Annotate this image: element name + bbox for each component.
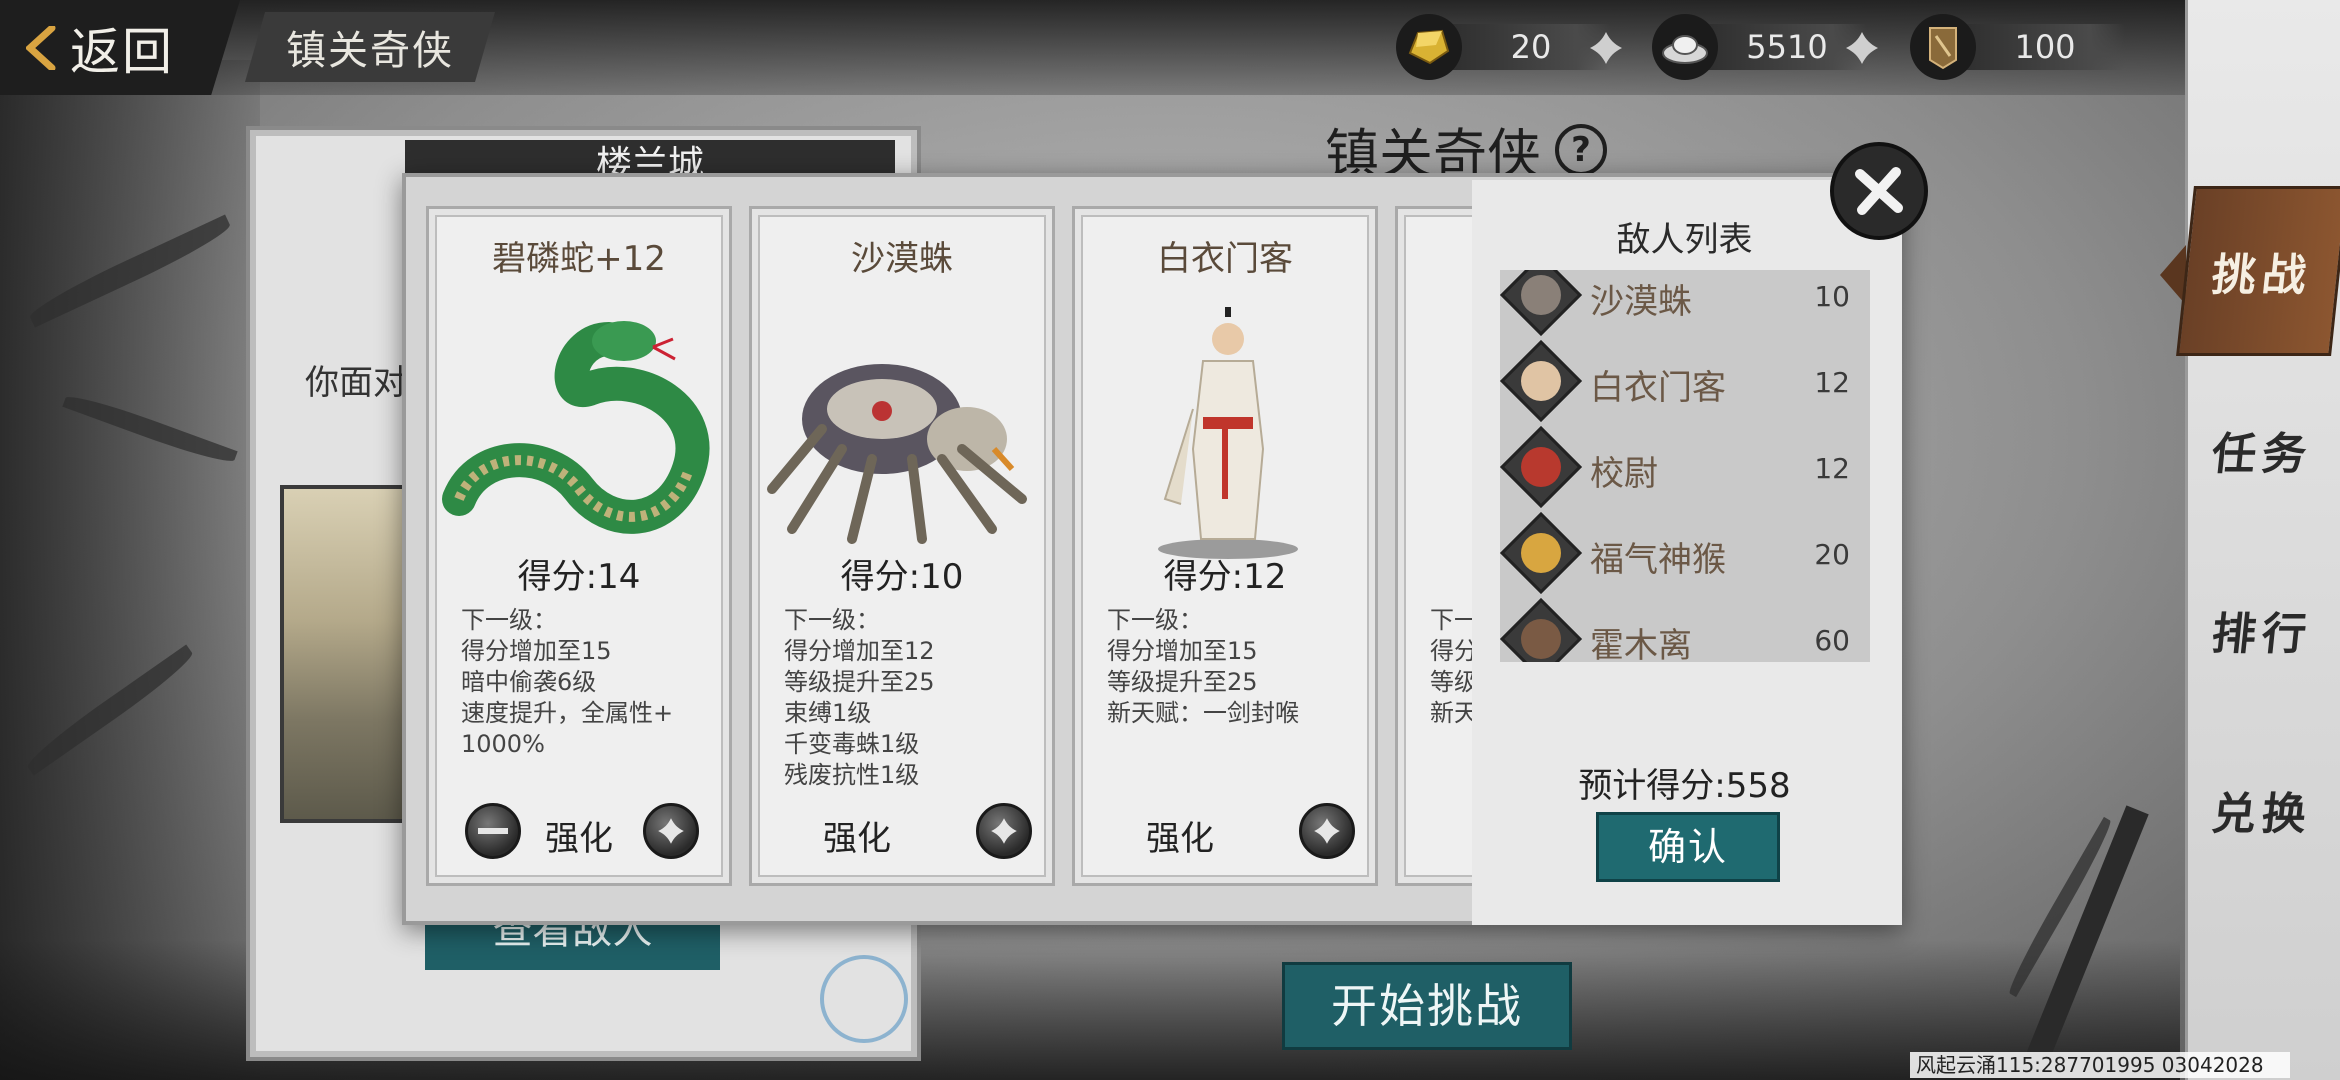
start-challenge-label: 开始挑战: [1331, 979, 1523, 1033]
snake-portrait: [442, 321, 710, 534]
token-badge-icon: [1910, 14, 1976, 80]
target-marker-icon: [820, 955, 908, 1043]
enemy-avatar: [1500, 597, 1583, 662]
gold-value: 20: [1510, 28, 1552, 66]
add-gold-icon[interactable]: [1586, 28, 1626, 68]
add-silver-icon[interactable]: [1842, 28, 1882, 68]
enemy-name: 福气神猴: [1590, 540, 1726, 580]
enemy-card: 白衣门客 得分:12 下一级： 得分增加至15 等级提升至25 新天赋：一剑封喉…: [1072, 206, 1378, 886]
nav-tasks[interactable]: 任务: [2179, 395, 2340, 505]
page-tag: 镇关奇侠: [245, 12, 495, 82]
estimated-score: 预计得分:558: [1578, 766, 1791, 806]
enhance-plus-button[interactable]: [643, 803, 699, 859]
close-icon: [1855, 167, 1903, 215]
enemy-score: 12: [1814, 452, 1850, 485]
card-description: 下一 得分 等级 新天: [1430, 606, 1472, 727]
enemy-list-item[interactable]: 沙漠蛛 10: [1500, 270, 1870, 337]
card-name: 沙漠蛛: [851, 239, 953, 279]
back-button[interactable]: 返回: [0, 0, 240, 95]
enemy-score: 12: [1814, 366, 1850, 399]
card-description: 下一级： 得分增加至15 等级提升至25 新天赋：一剑封喉: [1107, 606, 1299, 727]
enemy-avatar: [1500, 339, 1583, 423]
card-name: 白衣门客: [1157, 239, 1293, 279]
gold-ingot-icon: [1396, 14, 1462, 80]
card-footer: 强化: [752, 803, 1052, 863]
enemy-list-item[interactable]: 校尉 12: [1500, 425, 1870, 509]
enemy-name: 霍木离: [1590, 626, 1692, 662]
card-description: 下一级： 得分增加至12 等级提升至25 束缚1级 千变毒蛛1级 残废抗性1级: [784, 606, 935, 789]
enemy-score: 20: [1814, 538, 1850, 571]
silver-value: 5510: [1746, 28, 1828, 66]
card-score: 得分:10: [840, 557, 964, 597]
enemy-list-item[interactable]: 福气神猴 20: [1500, 511, 1870, 595]
enemy-card-carousel[interactable]: 碧磷蛇+12 得分:14 下一级： 得分增加至15 暗中偷袭6级 速度提升，全属…: [402, 190, 1472, 910]
card-description: 下一级： 得分增加至15 暗中偷袭6级 速度提升，全属性+ 1000%: [461, 606, 674, 758]
confirm-button[interactable]: 确认: [1596, 812, 1780, 882]
enemy-name: 沙漠蛛: [1590, 282, 1692, 322]
resource-gold: 20: [1396, 14, 1636, 80]
resource-token: 100: [1910, 14, 2140, 80]
card-name: 碧磷蛇+12: [492, 239, 666, 279]
nav-exchange[interactable]: 兑换: [2179, 755, 2340, 865]
enemy-list-item[interactable]: 霍木离 60: [1500, 597, 1870, 662]
enemy-card: 碧磷蛇+12 得分:14 下一级： 得分增加至15 暗中偷袭6级 速度提升，全属…: [426, 206, 732, 886]
confirm-label: 确认: [1647, 825, 1728, 869]
plus-icon: [1314, 818, 1340, 844]
close-button[interactable]: [1830, 142, 1928, 240]
help-icon[interactable]: ?: [1555, 123, 1607, 176]
white-robed-retainer-portrait: [1158, 307, 1298, 559]
back-label: 返回: [70, 22, 174, 81]
background-ink-left: [0, 60, 260, 1080]
enemy-avatar: [1500, 270, 1583, 337]
resource-silver: 5510: [1652, 14, 1892, 80]
enhance-plus-button[interactable]: [976, 803, 1032, 859]
enhance-plus-button[interactable]: [1299, 803, 1355, 859]
page-tag-label: 镇关奇侠: [286, 28, 454, 74]
chevron-left-icon: [26, 25, 56, 70]
watermark-text: 风起云涌115:287701995 03042028: [1910, 1052, 2290, 1078]
card-footer: 强化: [1075, 803, 1375, 863]
stage-description: 你面对: [305, 363, 407, 403]
nav-ranking[interactable]: 排行: [2179, 575, 2340, 685]
card-score: 得分:12: [1163, 557, 1287, 597]
card-footer: 强化: [429, 803, 729, 863]
silver-ingot-icon: [1652, 14, 1718, 80]
right-nav: [2185, 0, 2340, 1080]
plus-icon: [991, 818, 1017, 844]
plus-icon: [658, 818, 684, 844]
enemy-avatar: [1500, 425, 1583, 509]
enemy-score: 60: [1814, 624, 1850, 657]
nav-challenge[interactable]: 挑战: [2176, 186, 2340, 356]
token-value: 100: [2014, 28, 2076, 66]
enhance-label: 强化: [1146, 819, 1214, 859]
enhance-label: 强化: [823, 819, 891, 859]
enemy-card: 沙漠蛛 得分:10 下一级： 得分增加至12 等级提升至25 束缚1级 千变毒蛛…: [749, 206, 1055, 886]
enemy-list-title: 敌人列表: [1616, 220, 1753, 260]
spider-portrait: [767, 364, 1027, 544]
start-challenge-button[interactable]: 开始挑战: [1282, 962, 1572, 1050]
enemy-name: 校尉: [1590, 454, 1658, 494]
enemy-list-item[interactable]: 白衣门客 12: [1500, 339, 1870, 423]
enemy-score: 10: [1814, 280, 1850, 313]
enemy-name: 白衣门客: [1590, 368, 1726, 408]
card-score: 得分:14: [517, 557, 641, 597]
enemy-list[interactable]: 沙漠蛛 10 白衣门客 12 校尉 12 福气神猴 20 霍木离 60: [1500, 270, 1870, 662]
enemy-avatar: [1500, 511, 1583, 595]
enemy-card: 下一 得分 等级 新天: [1395, 206, 1472, 886]
